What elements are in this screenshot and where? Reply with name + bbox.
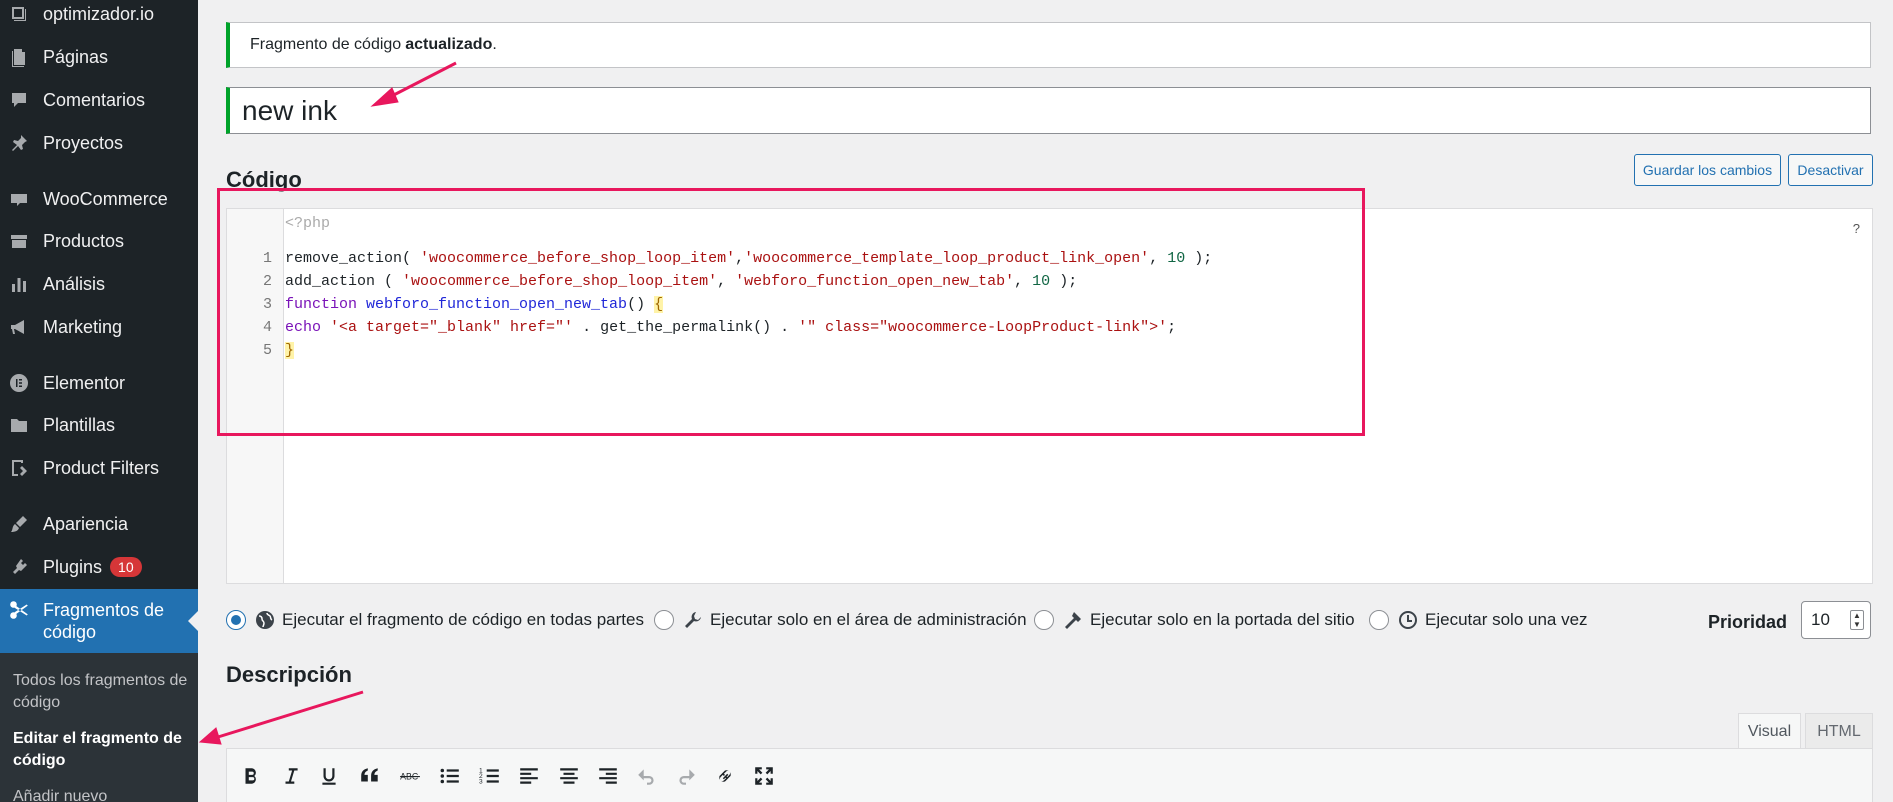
- priority-value: 10: [1811, 610, 1830, 629]
- notice-bold: actualizado: [405, 36, 493, 53]
- sidebar-item-comentarios[interactable]: Comentarios: [0, 81, 198, 119]
- scope-everywhere-option[interactable]: Ejecutar el fragmento de código en todas…: [226, 608, 644, 632]
- sidebar-item-label: Product Filters: [43, 457, 160, 478]
- svg-text:3: 3: [479, 779, 483, 786]
- bold-icon[interactable]: [236, 761, 266, 791]
- notice-text: Fragmento de código: [250, 36, 402, 53]
- align-left-icon[interactable]: [514, 761, 544, 791]
- products-icon: [8, 230, 30, 252]
- sidebar-item-label: Plantillas: [43, 414, 116, 435]
- scissors-icon: [8, 599, 30, 621]
- description-section-title: Descripción: [226, 662, 352, 687]
- sidebar-item-analisis[interactable]: Análisis: [0, 265, 198, 303]
- sidebar-item-label: Elementor: [43, 372, 126, 393]
- submenu-add-new[interactable]: Añadir nuevo: [13, 786, 188, 802]
- scope-frontend-label: Ejecutar solo en la portada del sitio: [1090, 610, 1355, 629]
- scope-frontend-option[interactable]: Ejecutar solo en la portada del sitio: [1034, 608, 1355, 632]
- sidebar-item-label: Marketing: [43, 316, 123, 337]
- sidebar-item-label: Productos: [43, 230, 125, 251]
- sidebar-item-label: Fragmentos de código: [43, 600, 165, 642]
- scope-once-radio[interactable]: [1369, 610, 1389, 630]
- submenu-all-snippets[interactable]: Todos los fragmentos de código: [13, 670, 188, 714]
- bullet-list-icon[interactable]: [435, 761, 465, 791]
- scope-admin-option[interactable]: Ejecutar solo en el área de administraci…: [654, 608, 1027, 632]
- sidebar-item-fragmentos[interactable]: Fragmentos de código: [0, 589, 198, 653]
- scope-everywhere-radio[interactable]: [226, 610, 246, 630]
- blockquote-icon[interactable]: [355, 761, 385, 791]
- sidebar-item-label: Apariencia: [43, 513, 129, 534]
- globe-icon: [254, 609, 276, 631]
- pin-icon: [8, 132, 30, 154]
- scope-admin-radio[interactable]: [654, 610, 674, 630]
- pages-icon: [8, 46, 30, 68]
- plugin-icon: [8, 556, 30, 578]
- priority-label: Prioridad: [1708, 612, 1788, 632]
- sidebar-item-woocommerce[interactable]: WooCommerce: [0, 180, 198, 218]
- notice-suffix: .: [492, 36, 497, 53]
- sidebar-item-label: Páginas: [43, 46, 109, 67]
- link-icon[interactable]: [710, 761, 740, 791]
- redo-icon[interactable]: [671, 761, 701, 791]
- align-center-icon[interactable]: [554, 761, 584, 791]
- underline-icon[interactable]: [314, 761, 344, 791]
- sidebar-item-elementor[interactable]: Elementor: [0, 364, 198, 402]
- save-changes-button[interactable]: Guardar los cambios: [1634, 154, 1781, 186]
- annotation-box: [217, 188, 1365, 436]
- deactivate-button[interactable]: Desactivar: [1788, 154, 1873, 186]
- analytics-icon: [8, 273, 30, 295]
- update-notice: Fragmento de código actualizado .: [226, 22, 1871, 68]
- scope-once-option[interactable]: Ejecutar solo una vez: [1369, 608, 1588, 632]
- sidebar-item-apariencia[interactable]: Apariencia: [0, 505, 198, 543]
- clock-icon: [1397, 609, 1419, 631]
- editor-toolbar: ABC 123: [226, 748, 1873, 802]
- sidebar-item-product-filters[interactable]: Product Filters: [0, 449, 198, 487]
- sidebar-item-label: Proyectos: [43, 132, 124, 153]
- scope-admin-label: Ejecutar solo en el área de administraci…: [710, 610, 1027, 629]
- annotation-arrow-submenu: [217, 690, 364, 739]
- sidebar-item-label: optimizador.io: [43, 3, 155, 24]
- italic-icon[interactable]: [276, 761, 306, 791]
- undo-icon[interactable]: [632, 761, 662, 791]
- sidebar-item-label: Análisis: [43, 273, 106, 294]
- wrench-icon: [682, 609, 704, 631]
- snippet-title-input[interactable]: new ink: [226, 87, 1871, 134]
- sidebar-item-plugins[interactable]: Plugins 10: [0, 548, 198, 586]
- sidebar-item-paginas[interactable]: Páginas: [0, 38, 198, 76]
- submenu-edit-snippet[interactable]: Editar el fragmento de código: [13, 728, 188, 772]
- scope-once-label: Ejecutar solo una vez: [1425, 610, 1588, 629]
- admin-sidebar: optimizador.io Páginas Comentarios Proye…: [0, 0, 198, 802]
- sidebar-item-label: Comentarios: [43, 89, 146, 110]
- fullscreen-icon[interactable]: [749, 761, 779, 791]
- sidebar-item-label: WooCommerce: [43, 188, 168, 209]
- strikethrough-icon[interactable]: ABC: [395, 761, 425, 791]
- folder-icon: [8, 414, 30, 436]
- scope-frontend-radio[interactable]: [1034, 610, 1054, 630]
- brush-icon: [8, 513, 30, 535]
- annotation-arrowhead-submenu: [198, 727, 222, 745]
- woocommerce-icon: [8, 188, 30, 210]
- filter-icon: [8, 457, 30, 479]
- sidebar-item-plantillas[interactable]: Plantillas: [0, 406, 198, 444]
- editor-help-link[interactable]: ?: [1853, 221, 1860, 236]
- numbered-list-icon[interactable]: 123: [475, 761, 505, 791]
- priority-spinner[interactable]: ▲ ▼: [1850, 610, 1864, 630]
- active-indicator: [188, 611, 198, 631]
- sidebar-item-productos[interactable]: Productos: [0, 222, 198, 260]
- sidebar-item-marketing[interactable]: Marketing: [0, 308, 198, 346]
- hammer-icon: [1062, 609, 1084, 631]
- media-icon: [8, 3, 30, 25]
- align-right-icon[interactable]: [593, 761, 623, 791]
- priority-input[interactable]: 10 ▲ ▼: [1801, 601, 1871, 639]
- sidebar-item-proyectos[interactable]: Proyectos: [0, 124, 198, 162]
- tab-html[interactable]: HTML: [1805, 713, 1873, 749]
- sidebar-item-label: Plugins: [43, 556, 103, 577]
- update-count-badge: 10: [110, 557, 142, 577]
- comments-icon: [8, 89, 30, 111]
- scope-everywhere-label: Ejecutar el fragmento de código en todas…: [282, 610, 644, 629]
- tab-visual[interactable]: Visual: [1738, 713, 1801, 749]
- sidebar-item-optimizador[interactable]: optimizador.io: [0, 0, 198, 33]
- submenu: Todos los fragmentos de código Editar el…: [0, 653, 198, 802]
- megaphone-icon: [8, 316, 30, 338]
- elementor-icon: [8, 372, 30, 394]
